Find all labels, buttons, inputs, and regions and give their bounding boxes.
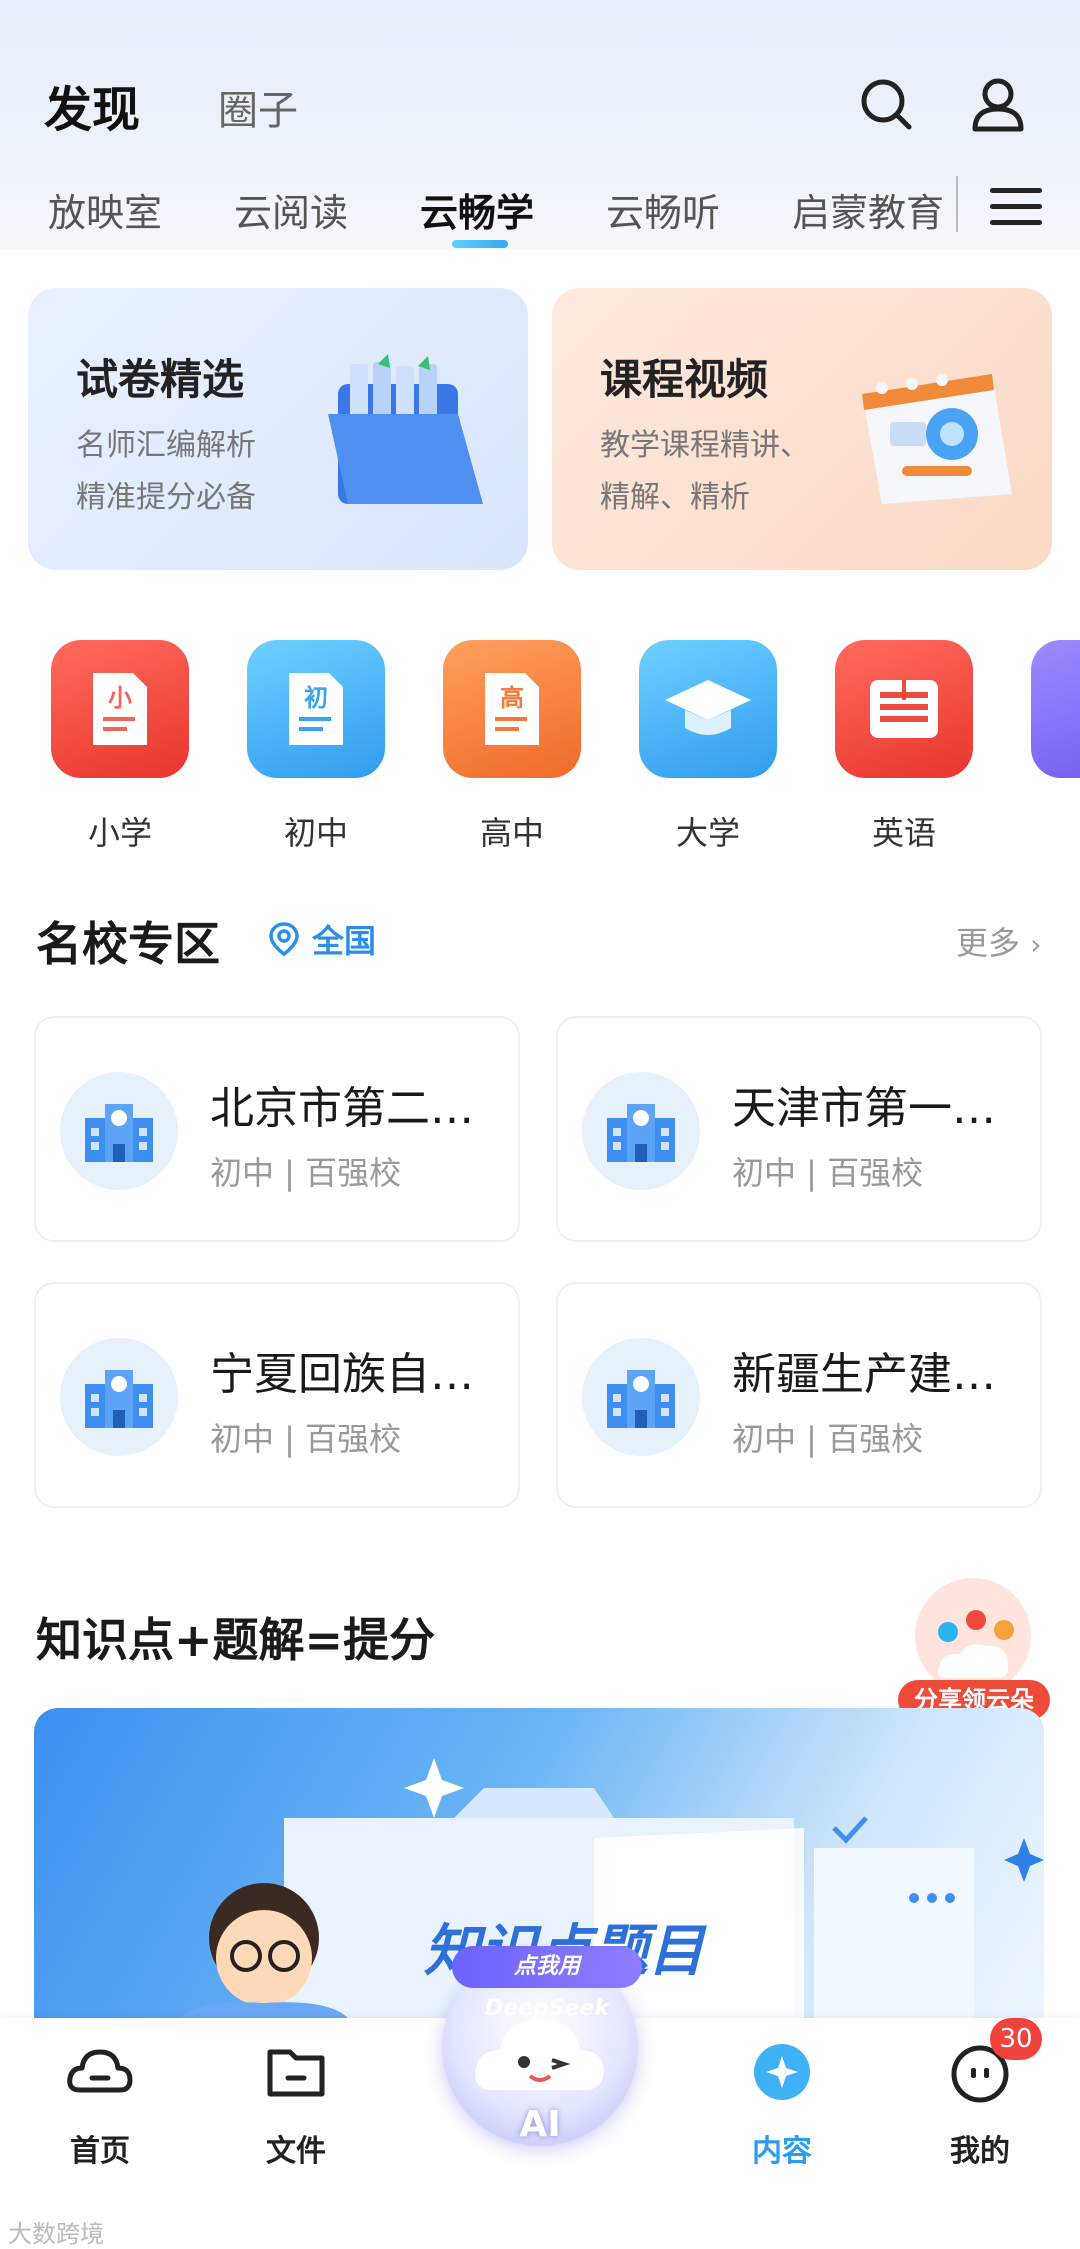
school-card[interactable]: 宁夏回族自… 初中 | 百强校	[34, 1282, 520, 1508]
school-name: 宁夏回族自…	[210, 1349, 474, 1400]
school-tag: 初中 | 百强校	[210, 1154, 402, 1192]
school-tag: 初中 | 百强校	[210, 1420, 402, 1458]
card-subtitle: 精准提分必备	[76, 480, 256, 515]
nav-files[interactable]: 文件	[226, 2036, 366, 2170]
category-label: 大学	[675, 814, 740, 852]
sparkle-icon	[754, 2044, 810, 2100]
user-icon[interactable]	[968, 74, 1028, 134]
schools-section-title: 名校专区	[36, 917, 220, 971]
card-subtitle: 精解、精析	[600, 480, 750, 515]
category-label: 初中	[283, 814, 348, 852]
course-videos-card[interactable]: 课程视频 教学课程精讲、 精解、精析	[552, 288, 1052, 570]
category-primary-school[interactable]: 小 小学	[50, 640, 190, 854]
exam-papers-card[interactable]: 试卷精选 名师汇编解析 精准提分必备	[28, 288, 528, 570]
knowledge-section-title: 知识点+题解=提分	[36, 1613, 436, 1667]
card-subtitle: 名师汇编解析	[76, 428, 256, 463]
school-card[interactable]: 北京市第二… 初中 | 百强校	[34, 1016, 520, 1242]
chevron-right-icon: ›	[1030, 928, 1042, 961]
category-partial-icon	[1031, 640, 1080, 778]
nav-label: 内容	[752, 2134, 812, 2169]
school-name: 新疆生产建…	[732, 1349, 996, 1400]
tab-theater[interactable]: 放映室	[48, 182, 162, 237]
tab-listening[interactable]: 云畅听	[606, 182, 720, 237]
senior-high-icon: 高	[443, 640, 581, 778]
category-more[interactable]: 高	[1030, 640, 1080, 854]
ai-label: AI	[519, 2104, 561, 2145]
category-label: 小学	[87, 814, 152, 852]
category-english[interactable]: 英语	[834, 640, 974, 854]
folder-icon	[267, 2049, 325, 2097]
tab-divider	[956, 176, 958, 232]
nav-label: 文件	[266, 2134, 326, 2169]
location-filter[interactable]: 全国	[266, 916, 376, 962]
category-senior-high[interactable]: 高 高中	[442, 640, 582, 854]
tab-learning[interactable]: 云畅学	[420, 182, 534, 237]
search-icon[interactable]	[858, 76, 914, 132]
deepseek-pill[interactable]: 点我用DeepSeek	[452, 1946, 642, 2021]
nav-label: 我的	[950, 2134, 1010, 2169]
category-tabs: 放映室 云阅读 云畅学 云畅听 启蒙教育	[0, 176, 1080, 250]
category-glyph: 高	[500, 684, 524, 712]
school-building-icon	[60, 1338, 178, 1456]
category-glyph: 初	[304, 684, 328, 712]
school-tag: 初中 | 百强校	[732, 1420, 924, 1458]
tab-early-education[interactable]: 启蒙教育	[792, 182, 944, 237]
school-card[interactable]: 天津市第一… 初中 | 百强校	[556, 1016, 1042, 1242]
category-glyph: 小	[108, 684, 132, 712]
graduation-cap-icon	[639, 640, 777, 778]
category-label: 英语	[871, 814, 936, 852]
category-row: 小 小学 初 初中 高 高中 大学 英语 高	[0, 640, 1080, 860]
school-building-icon	[582, 1072, 700, 1190]
card-title: 课程视频	[600, 355, 769, 404]
school-card[interactable]: 新疆生产建… 初中 | 百强校	[556, 1282, 1042, 1508]
calendar-icon	[862, 374, 1012, 504]
more-link[interactable]: 更多 ›	[956, 918, 1041, 964]
school-building-icon	[60, 1072, 178, 1190]
active-tab-indicator	[452, 240, 508, 248]
category-label: 高	[1030, 808, 1080, 854]
menu-icon[interactable]	[990, 188, 1042, 228]
folder-icon	[328, 354, 483, 504]
primary-school-icon: 小	[51, 640, 189, 778]
junior-high-icon: 初	[247, 640, 385, 778]
location-label: 全国	[312, 922, 377, 960]
card-title: 试卷精选	[76, 355, 245, 404]
school-tag: 初中 | 百强校	[732, 1154, 924, 1192]
more-label: 更多	[956, 924, 1021, 962]
category-label: 高中	[479, 814, 544, 852]
location-pin-icon	[269, 922, 299, 957]
school-name: 北京市第二…	[210, 1083, 474, 1134]
cloud-icon	[67, 2049, 133, 2093]
book-icon	[835, 640, 973, 778]
category-junior-high[interactable]: 初 初中	[246, 640, 386, 854]
school-name: 天津市第一…	[732, 1083, 996, 1134]
nav-home[interactable]: 首页	[30, 2036, 170, 2170]
tab-circle[interactable]: 圈子	[218, 78, 298, 136]
page-title: 发现	[44, 82, 141, 138]
tab-reading[interactable]: 云阅读	[234, 182, 348, 237]
card-subtitle: 教学课程精讲、	[600, 428, 810, 463]
school-building-icon	[582, 1338, 700, 1456]
nav-label: 首页	[70, 2134, 130, 2169]
watermark: 大数跨境	[8, 2220, 104, 2248]
nav-content[interactable]: 内容	[712, 2036, 852, 2170]
notification-badge: 30	[990, 2018, 1042, 2060]
category-university[interactable]: 大学	[638, 640, 778, 854]
